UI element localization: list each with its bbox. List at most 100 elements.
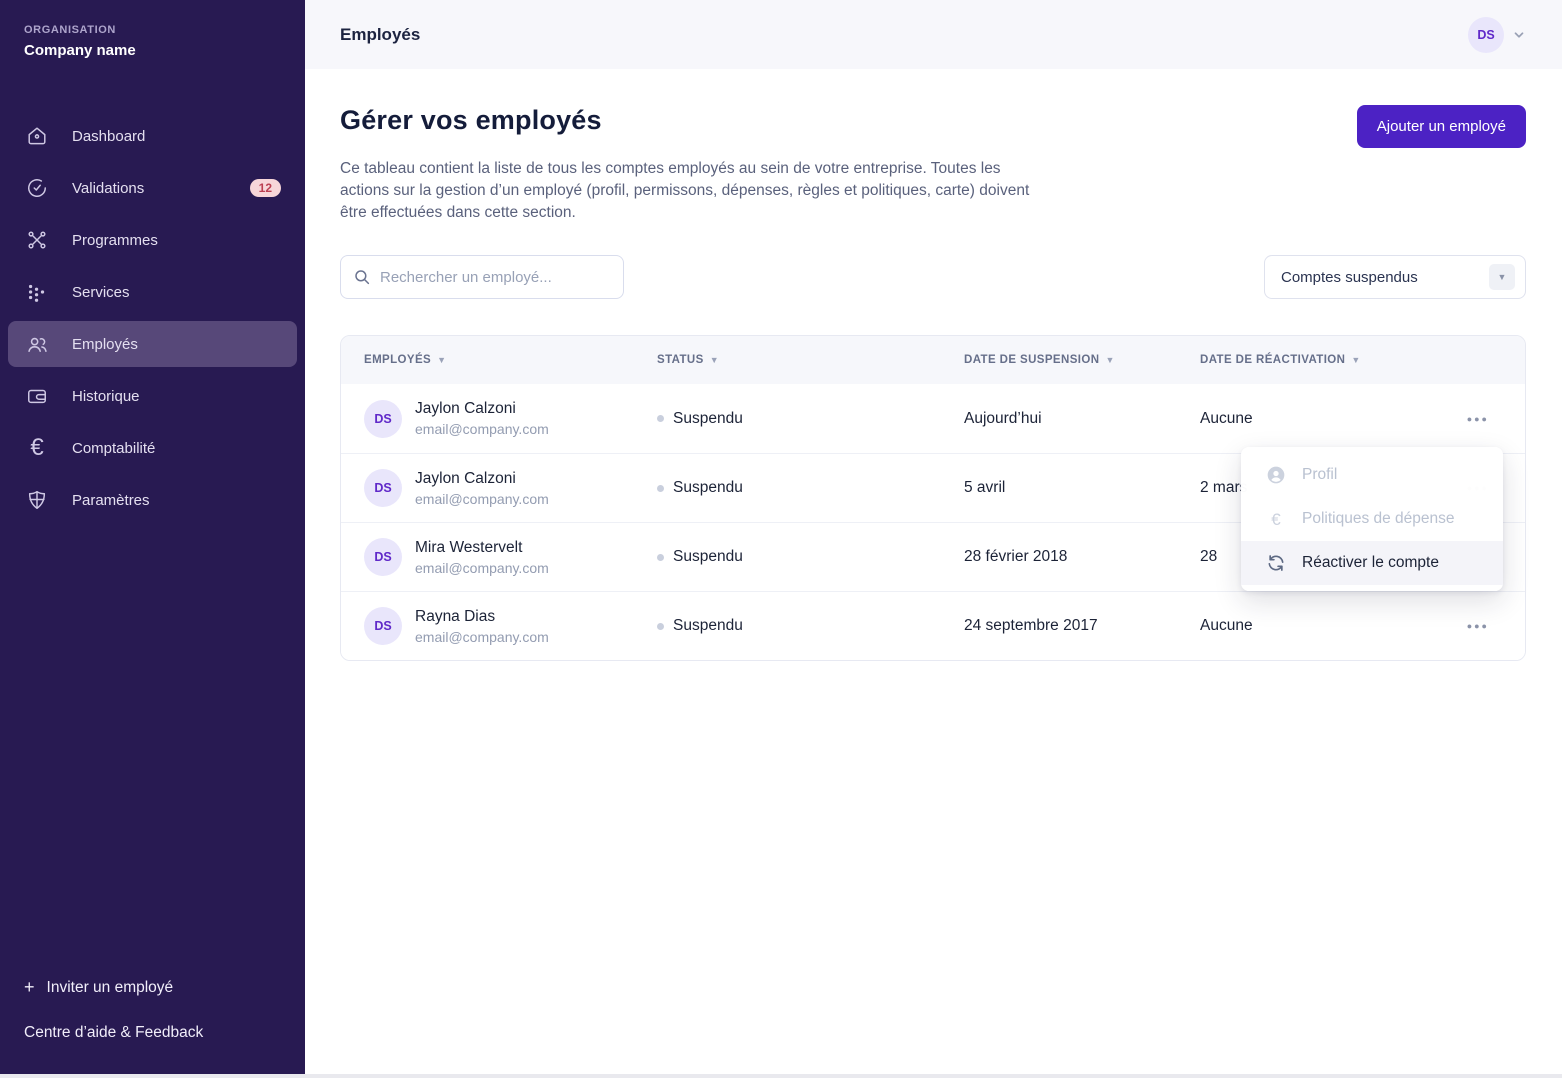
status-label: Suspendu — [673, 410, 743, 428]
suspension-date: 28 février 2018 — [964, 548, 1067, 565]
menu-item-label: Réactiver le compte — [1302, 554, 1439, 572]
employee-avatar: DS — [364, 607, 402, 645]
row-actions-menu-button[interactable]: ●●● — [1467, 621, 1489, 631]
user-avatar[interactable]: DS — [1468, 17, 1504, 53]
status-label: Suspendu — [673, 548, 743, 566]
sidebar-footer: + Inviter un employé Centre d’aide & Fee… — [0, 977, 305, 1078]
sidebar-item-services[interactable]: Services — [8, 269, 297, 315]
row-actions-menu-button[interactable]: ●●● — [1467, 414, 1489, 424]
home-icon — [24, 123, 50, 149]
add-employee-button[interactable]: Ajouter un employé — [1357, 105, 1526, 148]
refresh-icon — [1265, 553, 1287, 573]
sort-caret-icon: ▼ — [710, 355, 719, 365]
status-dot — [657, 415, 664, 422]
employee-name: Jaylon Calzoni — [415, 400, 549, 418]
reactivation-date: Aucune — [1200, 617, 1253, 634]
suspension-date: 24 septembre 2017 — [964, 617, 1098, 634]
euro-icon: € — [24, 435, 50, 461]
status-label: Suspendu — [673, 617, 743, 635]
table-row[interactable]: DS Jaylon Calzoni email@company.com Susp… — [341, 384, 1525, 453]
menu-item-politiques-depense[interactable]: € Politiques de dépense — [1241, 497, 1503, 541]
table-controls: Comptes suspendus ▼ — [340, 255, 1526, 299]
user-menu[interactable]: DS — [1468, 17, 1526, 53]
sort-caret-icon: ▼ — [1105, 355, 1114, 365]
bottom-scrollbar-track[interactable] — [0, 1074, 1562, 1078]
column-header-date-reactivation[interactable]: Date de réactivation▼ — [1200, 354, 1435, 366]
sidebar-item-historique[interactable]: Historique — [8, 373, 297, 419]
validations-count-badge: 12 — [250, 179, 281, 197]
suspension-date: Aujourd’hui — [964, 410, 1042, 427]
status-label: Suspendu — [673, 479, 743, 497]
sidebar-item-label: Validations — [72, 180, 144, 197]
search-box[interactable] — [340, 255, 624, 299]
employee-avatar: DS — [364, 469, 402, 507]
topbar: Employés DS — [305, 0, 1562, 69]
menu-item-label: Profil — [1302, 466, 1337, 484]
reactivation-date: 28 — [1200, 548, 1217, 565]
menu-item-reactiver-compte[interactable]: Réactiver le compte — [1241, 541, 1503, 585]
sidebar-item-label: Dashboard — [72, 128, 145, 145]
page-breadcrumb-title: Employés — [340, 25, 420, 45]
employee-avatar: DS — [364, 400, 402, 438]
invite-employee-link[interactable]: + Inviter un employé — [24, 977, 281, 998]
check-circle-icon — [24, 175, 50, 201]
sidebar: ORGANISATION Company name Dashboard Vali… — [0, 0, 305, 1078]
sidebar-item-label: Employés — [72, 336, 138, 353]
shield-icon — [24, 487, 50, 513]
organisation-label: ORGANISATION — [24, 24, 281, 36]
account-filter-select[interactable]: Comptes suspendus ▼ — [1264, 255, 1526, 299]
search-icon — [353, 268, 371, 286]
reactivation-date: Aucune — [1200, 410, 1253, 427]
people-icon — [24, 331, 50, 357]
chevron-down-icon — [1512, 28, 1526, 42]
employee-email: email@company.com — [415, 421, 549, 437]
search-input[interactable] — [380, 269, 611, 286]
help-feedback-link[interactable]: Centre d’aide & Feedback — [24, 1024, 281, 1042]
sidebar-item-label: Comptabilité — [72, 440, 155, 457]
sidebar-item-dashboard[interactable]: Dashboard — [8, 113, 297, 159]
wallet-icon — [24, 383, 50, 409]
employee-email: email@company.com — [415, 491, 549, 507]
page-title: Gérer vos employés — [340, 105, 1040, 136]
employee-avatar: DS — [364, 538, 402, 576]
sidebar-item-programmes[interactable]: Programmes — [8, 217, 297, 263]
app-window: ORGANISATION Company name Dashboard Vali… — [0, 0, 1562, 1078]
sidebar-item-label: Services — [72, 284, 130, 301]
sidebar-item-employes[interactable]: Employés — [8, 321, 297, 367]
plus-icon: + — [24, 977, 35, 998]
sidebar-item-validations[interactable]: Validations 12 — [8, 165, 297, 211]
status-dot — [657, 485, 664, 492]
company-name: Company name — [24, 42, 281, 59]
row-context-menu: Profil € Politiques de dépense Réactiver… — [1241, 447, 1503, 591]
menu-item-label: Politiques de dépense — [1302, 510, 1455, 528]
network-icon — [24, 227, 50, 253]
employee-name: Rayna Dias — [415, 608, 549, 626]
suspension-date: 5 avril — [964, 479, 1005, 496]
sort-caret-icon: ▼ — [1351, 355, 1360, 365]
column-header-status[interactable]: Status▼ — [657, 354, 964, 366]
sort-caret-icon: ▼ — [437, 355, 446, 365]
sidebar-item-comptabilite[interactable]: € Comptabilité — [8, 425, 297, 471]
employee-name: Mira Westervelt — [415, 539, 549, 557]
sidebar-item-label: Programmes — [72, 232, 158, 249]
status-dot — [657, 554, 664, 561]
column-header-date-suspension[interactable]: Date de suspension▼ — [964, 354, 1200, 366]
invite-employee-label: Inviter un employé — [47, 979, 174, 997]
dots-grid-icon — [24, 279, 50, 305]
sidebar-item-label: Historique — [72, 388, 140, 405]
table-row[interactable]: DS Rayna Dias email@company.com Suspendu… — [341, 591, 1525, 660]
column-header-employes[interactable]: Employés▼ — [341, 354, 657, 366]
filter-caret-icon[interactable]: ▼ — [1489, 264, 1515, 290]
sidebar-item-parametres[interactable]: Paramètres — [8, 477, 297, 523]
filter-selected-value: Comptes suspendus — [1281, 269, 1418, 286]
employee-email: email@company.com — [415, 560, 549, 576]
user-circle-icon — [1265, 465, 1287, 485]
employee-email: email@company.com — [415, 629, 549, 645]
sidebar-item-label: Paramètres — [72, 492, 150, 509]
menu-item-profil[interactable]: Profil — [1241, 453, 1503, 497]
status-dot — [657, 623, 664, 630]
table-header-row: Employés▼ Status▼ Date de suspension▼ Da… — [341, 336, 1525, 384]
sidebar-nav: Dashboard Validations 12 Programmes — [0, 107, 305, 529]
page-description: Ce tableau contient la liste de tous les… — [340, 158, 1040, 224]
employee-name: Jaylon Calzoni — [415, 470, 549, 488]
